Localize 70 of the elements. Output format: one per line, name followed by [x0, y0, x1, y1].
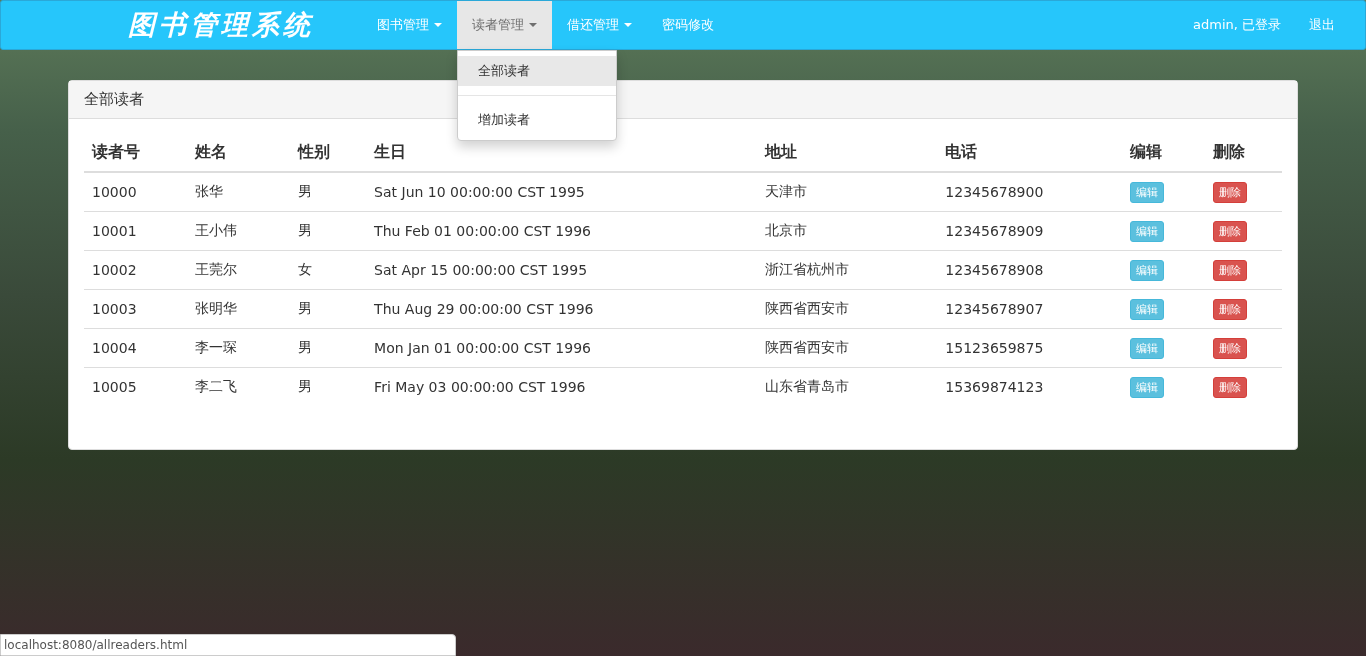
table-cell: 10005: [92, 379, 137, 395]
table-cell: 王莞尔: [194, 261, 237, 277]
table-cell: 陕西省西安市: [765, 300, 849, 316]
table-cell: 男: [297, 222, 312, 238]
column-header: 读者号: [92, 142, 140, 161]
delete-button[interactable]: 删除: [1213, 376, 1248, 398]
edit-button[interactable]: 编辑: [1129, 220, 1164, 242]
edit-button[interactable]: 编辑: [1129, 181, 1164, 203]
table-cell: Sat Apr 15 00:00:00 CST 1995: [374, 262, 588, 278]
status-url: localhost:8080/allreaders.html: [4, 638, 188, 652]
table-cell: 12345678907: [945, 301, 1044, 317]
table-cell: 男: [297, 300, 312, 316]
panel-title: 全部读者: [84, 90, 144, 108]
edit-button[interactable]: 编辑: [1129, 259, 1164, 281]
table-cell: Thu Aug 29 00:00:00 CST 1996: [374, 301, 594, 317]
table-cell: 12345678909: [945, 223, 1044, 239]
table-cell: 10002: [92, 262, 137, 278]
column-header: 生日: [374, 142, 407, 161]
delete-button[interactable]: 删除: [1213, 259, 1248, 281]
table-cell: 王小伟: [194, 222, 237, 238]
caret-icon: [529, 23, 537, 27]
column-header: 性别: [297, 142, 330, 161]
column-header: 电话: [945, 142, 978, 161]
caret-icon: [434, 23, 442, 27]
table-cell: 男: [297, 339, 312, 355]
column-header: 删除: [1213, 142, 1246, 161]
table-cell: 12345678900: [945, 184, 1044, 200]
column-header: 编辑: [1129, 142, 1162, 161]
table-cell: 男: [297, 378, 312, 394]
brand-title[interactable]: 图书管理系统: [128, 1, 356, 49]
logout-link[interactable]: 退出: [1295, 16, 1365, 34]
table-cell: 李二飞: [194, 378, 237, 394]
delete-button[interactable]: 删除: [1213, 181, 1248, 203]
table-cell: 北京市: [765, 222, 807, 238]
table-cell: 李一琛: [194, 339, 237, 355]
delete-button[interactable]: 删除: [1213, 220, 1248, 242]
table-cell: 12345678908: [945, 262, 1044, 278]
table-cell: 10001: [92, 223, 137, 239]
dropdown-menu-item[interactable]: 增加读者: [458, 105, 616, 135]
table-cell: Mon Jan 01 00:00:00 CST 1996: [374, 340, 591, 356]
caret-icon: [624, 23, 632, 27]
table-cell: 15123659875: [945, 340, 1044, 356]
table-cell: Fri May 03 00:00:00 CST 1996: [374, 379, 586, 395]
edit-button[interactable]: 编辑: [1129, 337, 1164, 359]
table-cell: 浙江省杭州市: [765, 261, 849, 277]
table-cell: Thu Feb 01 00:00:00 CST 1996: [374, 223, 591, 239]
delete-button[interactable]: 删除: [1213, 298, 1248, 320]
table-cell: 男: [297, 183, 312, 199]
table-cell: 10000: [92, 184, 137, 200]
nav-menu-item[interactable]: 图书管理: [362, 1, 457, 49]
table-cell: 张华: [194, 183, 223, 199]
table-cell: 天津市: [765, 183, 807, 199]
table-cell: 15369874123: [945, 379, 1044, 395]
table-cell: 10004: [92, 340, 137, 356]
edit-button[interactable]: 编辑: [1129, 298, 1164, 320]
nav-menu-item[interactable]: 读者管理: [457, 1, 552, 49]
table-cell: 陕西省西安市: [765, 339, 849, 355]
column-header: 地址: [765, 142, 797, 161]
table-cell: 山东省青岛市: [765, 378, 849, 394]
user-status: admin, 已登录: [1192, 16, 1282, 34]
nav-menu-item[interactable]: 借还管理: [552, 1, 647, 49]
column-header: 姓名: [194, 142, 227, 161]
table-cell: 张明华: [194, 300, 237, 316]
dropdown-menu-item[interactable]: 全部读者: [458, 56, 616, 86]
table-cell: 10003: [92, 301, 137, 317]
nav-menu-item[interactable]: 密码修改: [647, 1, 729, 49]
table-cell: Sat Jun 10 00:00:00 CST 1995: [374, 184, 585, 200]
table-cell: 女: [297, 261, 312, 277]
delete-button[interactable]: 删除: [1213, 337, 1248, 359]
edit-button[interactable]: 编辑: [1129, 376, 1164, 398]
